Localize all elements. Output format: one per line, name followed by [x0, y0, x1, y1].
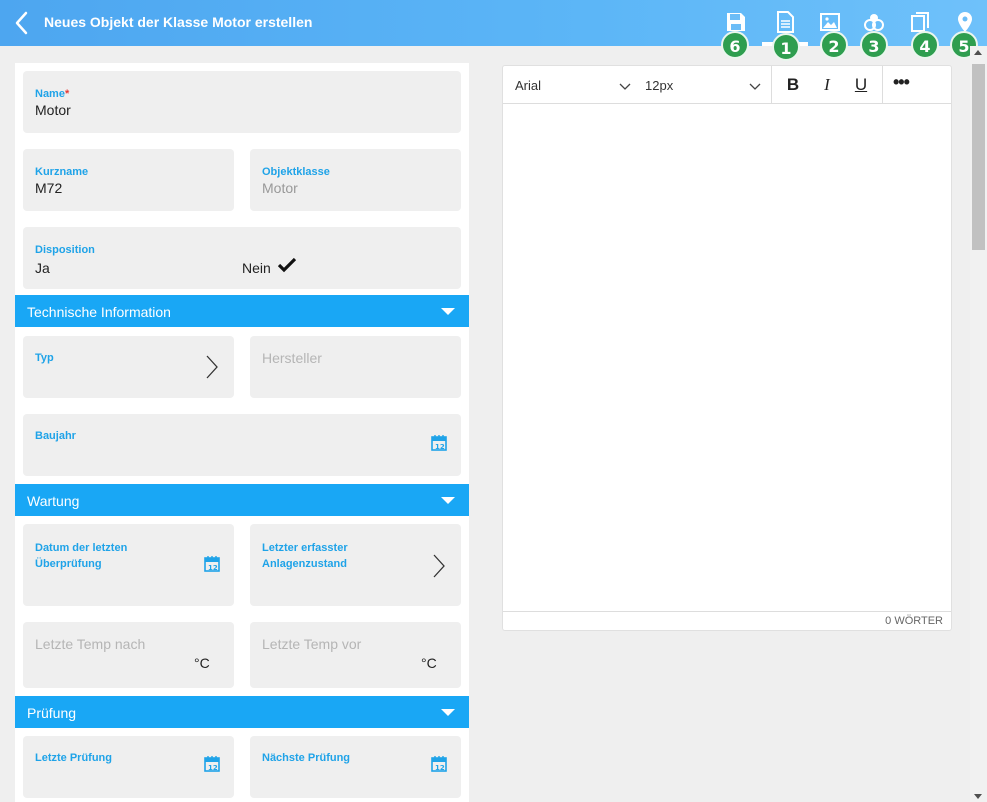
name-field[interactable]: Name* Motor [23, 71, 461, 133]
temp-nach-unit: °C [194, 655, 210, 671]
calendar-icon[interactable]: 12 [431, 434, 447, 451]
section-technische-information[interactable]: Technische Information [15, 295, 469, 327]
temp-nach-placeholder: Letzte Temp nach [35, 636, 146, 652]
letzte-pruefung-label: Letzte Prüfung [35, 752, 112, 764]
naechste-pruefung-field[interactable]: Nächste Prüfung 12 [250, 736, 461, 798]
letzte-temp-nach-field[interactable]: Letzte Temp nach °C [23, 622, 234, 688]
page-title: Neues Objekt der Klasse Motor erstellen [44, 14, 313, 30]
name-label: Name [35, 88, 65, 100]
required-mark: * [64, 88, 70, 100]
temp-vor-unit: °C [421, 655, 437, 671]
disposition-option-nein[interactable]: Nein [242, 260, 271, 276]
word-count: 0 WÖRTER [885, 615, 943, 627]
object-form: Name* Motor Kurzname M72 Objektklasse Mo… [15, 63, 469, 802]
font-family-select[interactable]: Arial [515, 78, 541, 93]
hersteller-field[interactable]: Hersteller [250, 336, 461, 398]
chevron-right-icon [205, 354, 219, 380]
datum-letzte-label-line1: Datum der letzten [35, 542, 128, 554]
checkmark-icon [277, 257, 297, 273]
underline-button[interactable]: U [849, 74, 873, 96]
svg-text:12: 12 [435, 443, 445, 451]
scrollbar-thumb[interactable] [972, 64, 985, 250]
letzter-zustand-label-line1: Letzter erfasster [262, 542, 348, 554]
scroll-down-arrow-icon[interactable] [974, 794, 982, 799]
baujahr-label: Baujahr [35, 430, 76, 442]
svg-text:12: 12 [208, 764, 218, 772]
svg-text:12: 12 [435, 764, 445, 772]
toolbar-divider [771, 66, 772, 104]
letzter-anlagenzustand-field[interactable]: Letzter erfasster Anlagenzustand [250, 524, 461, 606]
editor-footer: 0 WÖRTER [503, 611, 951, 630]
calendar-icon[interactable]: 12 [204, 555, 220, 572]
section-title: Wartung [27, 493, 80, 509]
baujahr-field[interactable]: Baujahr 12 [23, 414, 461, 476]
datum-letzte-ueberpruefung-field[interactable]: Datum der letzten Überprüfung 12 [23, 524, 234, 606]
italic-button[interactable]: I [815, 74, 839, 96]
more-options-button[interactable]: ••• [893, 72, 910, 93]
scroll-up-arrow-icon[interactable] [974, 50, 982, 55]
svg-text:12: 12 [208, 564, 218, 572]
collapse-caret-icon [441, 497, 455, 504]
section-title: Prüfung [27, 705, 77, 721]
section-wartung[interactable]: Wartung [15, 484, 469, 516]
badge-6: 6 [721, 31, 749, 59]
disposition-field: Disposition Ja Nein [23, 227, 461, 289]
disposition-label: Disposition [35, 244, 95, 256]
badge-1: 1 [772, 33, 800, 61]
copy-icon[interactable] [908, 10, 932, 34]
section-pruefung[interactable]: Prüfung [15, 696, 469, 728]
chevron-down-icon[interactable] [619, 79, 631, 91]
collapse-caret-icon [441, 709, 455, 716]
badge-3: 3 [860, 31, 888, 59]
editor-toolbar: Arial 12px B I U ••• [503, 66, 951, 104]
typ-field[interactable]: Typ [23, 336, 234, 398]
bold-button[interactable]: B [781, 74, 805, 96]
badge-2: 2 [820, 31, 848, 59]
objektklasse-label: Objektklasse [262, 166, 330, 178]
disposition-option-ja[interactable]: Ja [35, 260, 50, 276]
back-icon[interactable] [12, 10, 32, 36]
naechste-pruefung-label: Nächste Prüfung [262, 752, 351, 764]
font-size-select[interactable]: 12px [645, 78, 673, 93]
badge-4: 4 [911, 31, 939, 59]
editor-content-area[interactable] [503, 105, 951, 610]
document-icon[interactable] [773, 10, 797, 34]
typ-label: Typ [35, 352, 54, 364]
toolbar-divider [882, 66, 883, 104]
section-title: Technische Information [27, 304, 171, 320]
objektklasse-value: Motor [262, 180, 298, 196]
temp-vor-placeholder: Letzte Temp vor [262, 636, 362, 652]
chevron-right-icon [432, 553, 446, 579]
collapse-caret-icon [441, 308, 455, 315]
objektklasse-field: Objektklasse Motor [250, 149, 461, 211]
kurzname-value: M72 [35, 180, 63, 196]
letzte-temp-vor-field[interactable]: Letzte Temp vor °C [250, 622, 461, 688]
hersteller-placeholder: Hersteller [262, 350, 322, 366]
letzter-zustand-label-line2: Anlagenzustand [262, 558, 347, 570]
chevron-down-icon[interactable] [749, 79, 761, 91]
kurzname-label: Kurzname [35, 166, 89, 178]
calendar-icon[interactable]: 12 [204, 755, 220, 772]
kurzname-field[interactable]: Kurzname M72 [23, 149, 234, 211]
name-value: Motor [35, 102, 71, 118]
datum-letzte-label-line2: Überprüfung [35, 558, 102, 570]
letzte-pruefung-field[interactable]: Letzte Prüfung 12 [23, 736, 234, 798]
calendar-icon[interactable]: 12 [431, 755, 447, 772]
rich-text-editor: Arial 12px B I U ••• 0 WÖRTER [502, 65, 952, 631]
